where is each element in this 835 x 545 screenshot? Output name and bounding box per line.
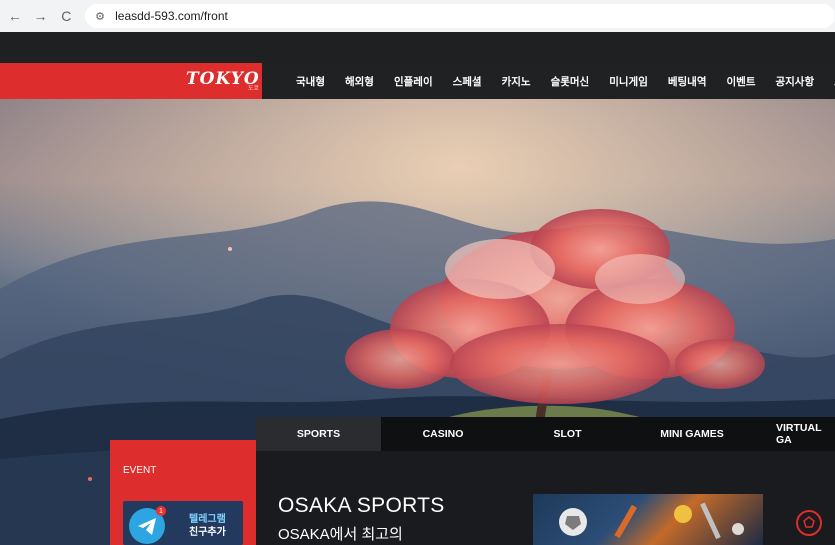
tab-casino[interactable]: CASINO <box>381 417 505 451</box>
menu-item-inplay[interactable]: 인플레이 <box>394 74 433 89</box>
main-menu: 국내형 해외형 인플레이 스페셜 카지노 슬롯머신 미니게임 베팅내역 이벤트 … <box>296 63 835 99</box>
tab-slot[interactable]: SLOT <box>505 417 630 451</box>
menu-item-slots[interactable]: 슬롯머신 <box>551 74 590 89</box>
telegram-banner[interactable]: 1 텔레그램 친구추가 <box>123 501 243 545</box>
menu-item-casino[interactable]: 카지노 <box>502 74 531 89</box>
soccer-ball-icon <box>796 510 822 536</box>
top-strip <box>0 32 835 63</box>
menu-item-domestic[interactable]: 국내형 <box>296 74 325 89</box>
menu-item-notice[interactable]: 공지사항 <box>775 74 814 89</box>
site-settings-icon[interactable]: ⚙ <box>93 9 107 23</box>
browser-toolbar: ← → C ⚙ leasdd-593.com/front <box>0 0 835 32</box>
forward-icon[interactable]: → <box>30 5 52 27</box>
site-header: TOKYO 도쿄 국내형 해외형 인플레이 스페셜 카지노 슬롯머신 미니게임 … <box>0 63 835 99</box>
back-icon[interactable]: ← <box>4 5 26 27</box>
sports-thumbnail-image[interactable] <box>533 494 763 545</box>
menu-item-special[interactable]: 스페셜 <box>453 74 482 89</box>
osaka-sports-title: OSAKA SPORTS <box>278 494 445 517</box>
address-bar[interactable]: ⚙ leasdd-593.com/front <box>85 4 835 28</box>
url-text: leasdd-593.com/front <box>115 9 228 23</box>
category-tabs: SPORTS CASINO SLOT MINI GAMES VIRTUAL GA <box>256 417 835 451</box>
menu-item-event[interactable]: 이벤트 <box>727 74 756 89</box>
tab-virtual-games[interactable]: VIRTUAL GA <box>754 417 835 451</box>
notification-badge: 1 <box>156 506 166 516</box>
tab-mini-games[interactable]: MINI GAMES <box>630 417 754 451</box>
event-label: EVENT <box>123 465 157 476</box>
event-box: EVENT 1 텔레그램 친구추가 <box>110 440 256 545</box>
logo-area: TOKYO 도쿄 <box>0 63 262 99</box>
menu-item-minigame[interactable]: 미니게임 <box>609 74 648 89</box>
reload-icon[interactable]: C <box>55 5 77 27</box>
menu-item-overseas[interactable]: 해외형 <box>345 74 374 89</box>
logo-subtext: 도쿄 <box>248 86 260 92</box>
menu-item-bet-history[interactable]: 베팅내역 <box>668 74 707 89</box>
osaka-sports-subtitle: OSAKA에서 최고의 <box>278 526 403 543</box>
tab-sports[interactable]: SPORTS <box>256 417 381 451</box>
telegram-text-line2: 친구추가 <box>189 527 226 538</box>
